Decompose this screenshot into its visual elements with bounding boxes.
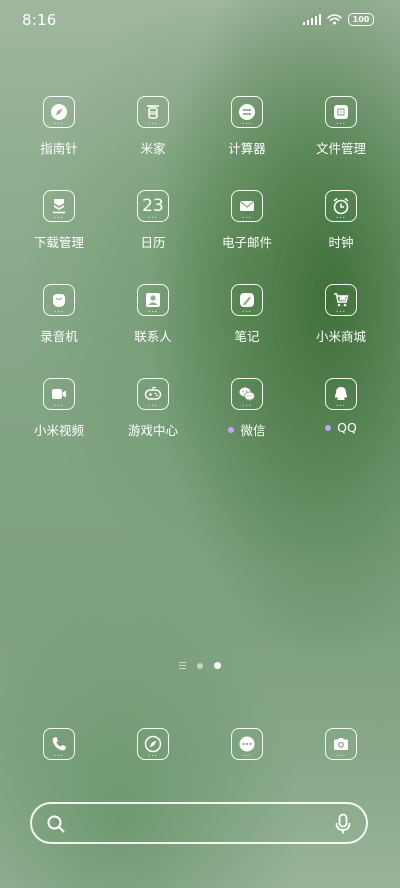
- app-row: ••• 指南针 ••• 米家 ••• 计算器 ••• 文件管理: [12, 94, 388, 188]
- app-label: 文件管理: [315, 141, 366, 156]
- file-manager-icon[interactable]: •••: [325, 96, 357, 128]
- notes-icon[interactable]: •••: [231, 284, 263, 316]
- wifi-icon: [327, 14, 342, 25]
- app-label: 游戏中心: [127, 423, 178, 438]
- game-center-icon[interactable]: •••: [137, 378, 169, 410]
- battery-icon: 100: [348, 13, 374, 26]
- contacts-icon[interactable]: •••: [137, 284, 169, 316]
- notification-dot: [325, 424, 332, 431]
- app-calculator[interactable]: ••• 计算器: [200, 94, 294, 188]
- phone-icon[interactable]: •••: [43, 728, 75, 760]
- compass-icon[interactable]: •••: [43, 96, 75, 128]
- app-drawer-indicator-icon[interactable]: [179, 662, 186, 669]
- app-label: 录音机: [40, 329, 78, 344]
- microphone-icon[interactable]: [334, 813, 352, 835]
- dock-browser[interactable]: •••: [106, 726, 200, 760]
- app-clock[interactable]: ••• 时钟: [294, 188, 388, 282]
- download-icon[interactable]: •••: [43, 190, 75, 222]
- app-label: 联系人: [134, 329, 172, 344]
- app-contacts[interactable]: ••• 联系人: [106, 282, 200, 376]
- mail-icon[interactable]: •••: [231, 190, 263, 222]
- app-row: ••• 下载管理 23 ••• 日历 ••• 电子邮件 ••• 时钟: [12, 188, 388, 282]
- dock-phone[interactable]: •••: [12, 726, 106, 760]
- page-dot[interactable]: [197, 662, 203, 669]
- app-recorder[interactable]: ••• 录音机: [12, 282, 106, 376]
- status-bar: 8:16 100: [0, 0, 400, 40]
- app-file-manager[interactable]: ••• 文件管理: [294, 94, 388, 188]
- signal-icon: [302, 14, 321, 25]
- app-mi-store[interactable]: ••• 小米商城: [294, 282, 388, 376]
- app-label: 下载管理: [33, 235, 84, 250]
- dock-messages[interactable]: •••: [200, 726, 294, 760]
- app-label: 指南针: [40, 141, 78, 156]
- app-label: 小米视频: [33, 423, 84, 438]
- camera-icon[interactable]: •••: [325, 728, 357, 760]
- app-label: 电子邮件: [221, 235, 272, 250]
- app-label: 计算器: [228, 141, 266, 156]
- app-notes[interactable]: ••• 笔记: [200, 282, 294, 376]
- status-icons: 100: [302, 13, 374, 26]
- recorder-icon[interactable]: •••: [43, 284, 75, 316]
- app-label: 笔记: [234, 329, 260, 344]
- page-dot-active[interactable]: [214, 662, 221, 669]
- dock-camera[interactable]: •••: [294, 726, 388, 760]
- messages-icon[interactable]: •••: [231, 728, 263, 760]
- app-grid: ••• 指南针 ••• 米家 ••• 计算器 ••• 文件管理 ••• 下载管理…: [12, 94, 388, 470]
- search-icon[interactable]: [46, 814, 66, 834]
- mijia-icon[interactable]: •••: [137, 96, 169, 128]
- app-mijia[interactable]: ••• 米家: [106, 94, 200, 188]
- app-compass[interactable]: ••• 指南针: [12, 94, 106, 188]
- clock-icon[interactable]: •••: [325, 190, 357, 222]
- browser-icon[interactable]: •••: [137, 728, 169, 760]
- page-indicator[interactable]: [0, 662, 400, 669]
- qq-icon[interactable]: •••: [325, 378, 357, 410]
- app-row: ••• 录音机 ••• 联系人 ••• 笔记 ••• 小米商城: [12, 282, 388, 376]
- app-download-manager[interactable]: ••• 下载管理: [12, 188, 106, 282]
- search-bar[interactable]: [30, 802, 368, 844]
- status-time: 8:16: [22, 11, 57, 29]
- notification-dot: [228, 426, 235, 433]
- wechat-icon[interactable]: •••: [231, 378, 263, 410]
- calendar-date: 23: [142, 196, 164, 216]
- app-label: 日历: [140, 235, 166, 250]
- app-game-center[interactable]: ••• 游戏中心: [106, 376, 200, 470]
- app-label: 小米商城: [315, 329, 366, 344]
- app-label: 时钟: [328, 235, 354, 250]
- app-label: 米家: [140, 141, 166, 156]
- mi-store-icon[interactable]: •••: [325, 284, 357, 316]
- video-icon[interactable]: •••: [43, 378, 75, 410]
- app-email[interactable]: ••• 电子邮件: [200, 188, 294, 282]
- app-wechat[interactable]: ••• 微信: [200, 376, 294, 470]
- app-mi-video[interactable]: ••• 小米视频: [12, 376, 106, 470]
- calculator-icon[interactable]: •••: [231, 96, 263, 128]
- dock: ••• ••• ••• •••: [12, 726, 388, 760]
- app-label: 微信: [228, 420, 266, 439]
- app-label: QQ: [325, 420, 357, 435]
- calendar-icon[interactable]: 23 •••: [137, 190, 169, 222]
- app-calendar[interactable]: 23 ••• 日历: [106, 188, 200, 282]
- app-label-text: 微信: [240, 423, 266, 438]
- app-row: ••• 小米视频 ••• 游戏中心 ••• 微信 ••• QQ: [12, 376, 388, 470]
- app-label-text: QQ: [337, 420, 357, 435]
- app-qq[interactable]: ••• QQ: [294, 376, 388, 470]
